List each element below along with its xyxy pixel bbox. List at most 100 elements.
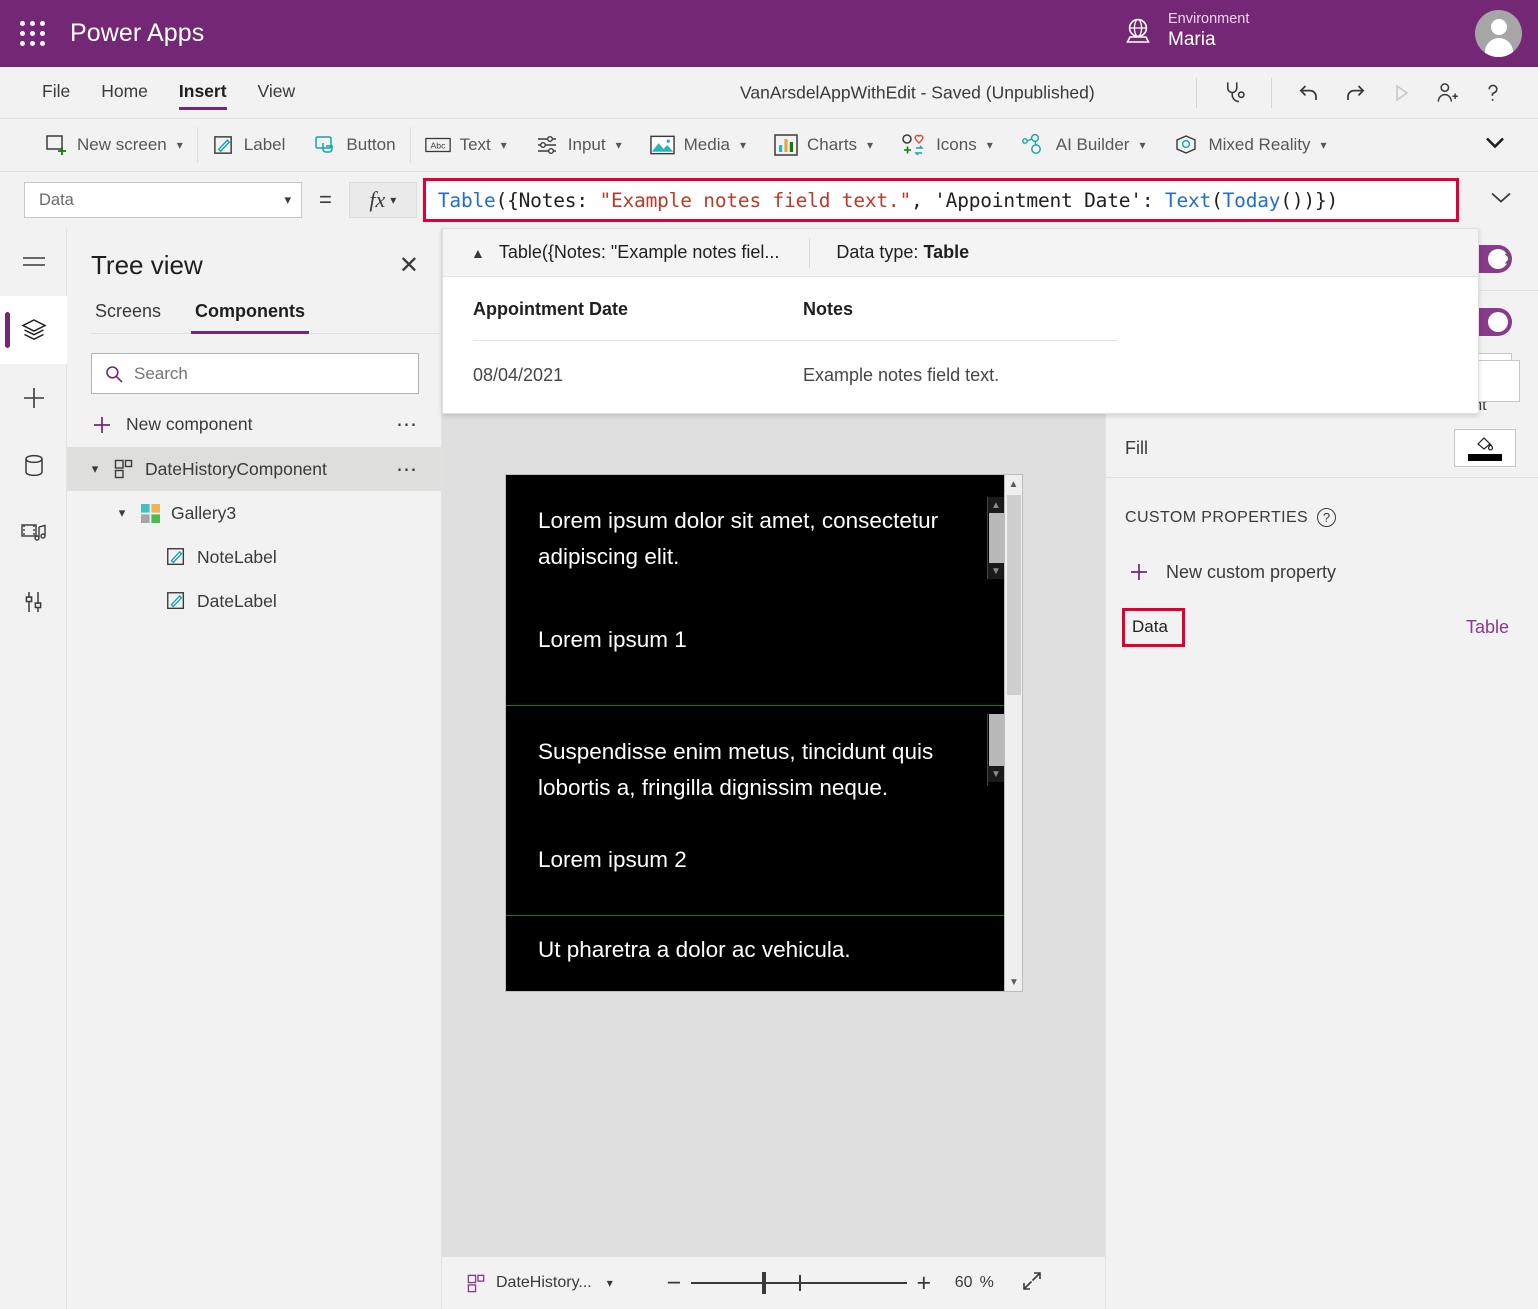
new-custom-property-button[interactable]: New custom property (1128, 561, 1538, 583)
scroll-up-arrow-icon[interactable]: ▲ (988, 497, 1004, 513)
tree-node-notelabel[interactable]: NoteLabel (67, 535, 441, 579)
tab-screens[interactable]: Screens (91, 301, 165, 333)
property-selector-value: Data (39, 191, 74, 210)
help-icon[interactable] (1470, 73, 1516, 113)
custom-properties-title: CUSTOM PROPERTIES (1125, 509, 1308, 527)
ellipsis-icon[interactable]: ⋯ (396, 412, 419, 437)
ribbon-media-button[interactable]: Media ▾ (636, 125, 760, 165)
formula-text: Table({Notes: "Example notes field text.… (438, 189, 1338, 212)
scrollbar-thumb[interactable] (1007, 495, 1021, 695)
chevron-down-icon[interactable]: ▾ (114, 505, 130, 521)
scrollbar-thumb[interactable] (989, 513, 1004, 563)
ribbon-new-screen-button[interactable]: New screen ▾ (30, 125, 197, 165)
ellipsis-icon[interactable]: ⋯ (396, 457, 419, 482)
label-pencil-icon (165, 590, 187, 612)
share-user-icon[interactable] (1424, 73, 1470, 113)
ribbon-button-button[interactable]: Button (299, 125, 409, 165)
scroll-down-arrow-icon[interactable]: ▼ (988, 563, 1004, 579)
ribbon-charts-button[interactable]: Charts ▾ (760, 125, 887, 165)
zoom-slider[interactable] (691, 1266, 907, 1300)
component-icon (466, 1273, 487, 1294)
media-image-icon (650, 134, 675, 156)
custom-property-type[interactable]: Table (1466, 617, 1509, 638)
new-component-button[interactable]: New component ⋯ (67, 402, 441, 447)
formula-token: , 'Appointment Date': (911, 189, 1165, 212)
gallery-item[interactable]: Suspendisse enim metus, tincidunt quis l… (506, 706, 1022, 916)
gallery-item[interactable]: Ut pharetra a dolor ac vehicula. (506, 916, 1022, 992)
gallery-icon (140, 503, 161, 524)
ribbon-icons-button[interactable]: Icons ▾ (887, 125, 1007, 165)
fill-color-button[interactable] (1454, 429, 1516, 467)
tree-node-gallery3[interactable]: ▾ Gallery3 (67, 491, 441, 535)
custom-property-row[interactable]: Data Table (1106, 608, 1538, 647)
search-box[interactable] (91, 353, 419, 394)
ribbon-label-button[interactable]: Label (198, 125, 300, 165)
zoom-slider-tick (799, 1275, 801, 1291)
gallery-scrollbar[interactable]: ▲ ▼ (1004, 475, 1022, 991)
app-preview-gallery[interactable]: Lorem ipsum dolor sit amet, consectetur … (505, 474, 1023, 992)
custom-property-name[interactable]: Data (1122, 608, 1185, 647)
menu-item-file[interactable]: File (42, 67, 70, 118)
app-launcher-icon[interactable] (18, 19, 48, 49)
property-selector-dropdown[interactable]: Data ▾ (24, 182, 302, 218)
insert-ribbon: New screen ▾ Label Button (0, 119, 1538, 172)
scroll-down-arrow-icon[interactable]: ▼ (1005, 973, 1023, 991)
scroll-up-arrow-icon[interactable]: ▲ (1005, 475, 1022, 493)
preview-play-icon[interactable] (1378, 73, 1424, 113)
chevron-down-icon[interactable]: ▾ (607, 1276, 613, 1290)
ribbon-expand-chevron-icon[interactable] (1482, 134, 1508, 157)
avatar[interactable] (1475, 10, 1522, 57)
ribbon-ai-builder-button[interactable]: AI Builder ▾ (1007, 125, 1160, 165)
menu-item-insert[interactable]: Insert (179, 67, 227, 118)
plus-icon (91, 414, 113, 436)
note-label: Lorem ipsum dolor sit amet, consectetur … (506, 475, 1022, 574)
brand-title[interactable]: Power Apps (70, 19, 204, 48)
formula-input[interactable]: Table({Notes: "Example notes field text.… (423, 178, 1459, 222)
fit-screen-diagonal-icon[interactable] (1020, 1269, 1044, 1298)
menu-item-home[interactable]: Home (101, 67, 148, 118)
next-chevron-icon[interactable]: › (1479, 243, 1537, 272)
formula-bar-row: Data ▾ = fx ▾ Table({Notes: "Example not… (0, 172, 1538, 228)
menu-item-view[interactable]: View (258, 67, 296, 118)
help-circle-icon[interactable]: ? (1317, 508, 1336, 527)
insert-plus-icon[interactable] (0, 364, 67, 432)
custom-properties-section: CUSTOM PROPERTIES ? New custom property … (1106, 478, 1538, 647)
table-header-row: Appointment Date Notes (473, 277, 1478, 340)
ribbon-input-button[interactable]: Input ▾ (521, 125, 636, 165)
zoom-slider-thumb[interactable] (762, 1272, 766, 1294)
scroll-down-arrow-icon[interactable]: ▼ (988, 766, 1004, 782)
note-label-scrollbar[interactable]: ▲ ▼ (987, 497, 1004, 579)
cell-appointment-date: 08/04/2021 (473, 341, 803, 386)
gallery-item[interactable]: Lorem ipsum dolor sit amet, consectetur … (506, 475, 1022, 706)
chevron-down-icon: ▾ (177, 138, 183, 152)
column-header-notes: Notes (803, 277, 853, 340)
search-input[interactable] (134, 364, 406, 384)
formula-expand-chevron-icon[interactable] (1486, 188, 1516, 213)
hamburger-menu-icon[interactable] (0, 228, 67, 296)
ribbon-mixed-reality-button[interactable]: Mixed Reality ▾ (1159, 125, 1340, 165)
screen-selector[interactable]: DateHistory... ▾ (466, 1273, 613, 1294)
advanced-tools-icon[interactable] (0, 568, 67, 636)
media-library-icon[interactable] (0, 500, 67, 568)
environment-name: Maria (1168, 28, 1249, 52)
tree-view-layers-icon[interactable] (0, 296, 67, 364)
ribbon-text-button[interactable]: Abc Text ▾ (411, 125, 521, 165)
zoom-out-button[interactable]: − (657, 1266, 691, 1300)
close-x-icon[interactable]: ✕ (399, 254, 419, 278)
chevron-down-icon: ▾ (1321, 138, 1327, 152)
tab-components[interactable]: Components (191, 301, 309, 333)
tree-node-datehistorycomponent[interactable]: ▾ DateHistoryComponent ⋯ (67, 447, 441, 491)
undo-icon[interactable] (1286, 73, 1332, 113)
zoom-in-button[interactable]: + (907, 1266, 941, 1300)
zoom-value: 60 (955, 1274, 973, 1292)
chevron-down-icon[interactable]: ▾ (87, 461, 103, 477)
collapse-caret-icon[interactable]: ▲ (471, 245, 485, 261)
fx-button[interactable]: fx ▾ (349, 182, 417, 218)
app-checker-icon[interactable] (1211, 73, 1257, 113)
scrollbar-thumb[interactable] (989, 714, 1004, 766)
data-cylinder-icon[interactable] (0, 432, 67, 500)
tree-node-datelabel[interactable]: DateLabel (67, 579, 441, 623)
note-label-scrollbar[interactable]: ▼ (987, 714, 1004, 786)
environment-selector[interactable]: Environment Maria (1122, 10, 1249, 52)
redo-icon[interactable] (1332, 73, 1378, 113)
